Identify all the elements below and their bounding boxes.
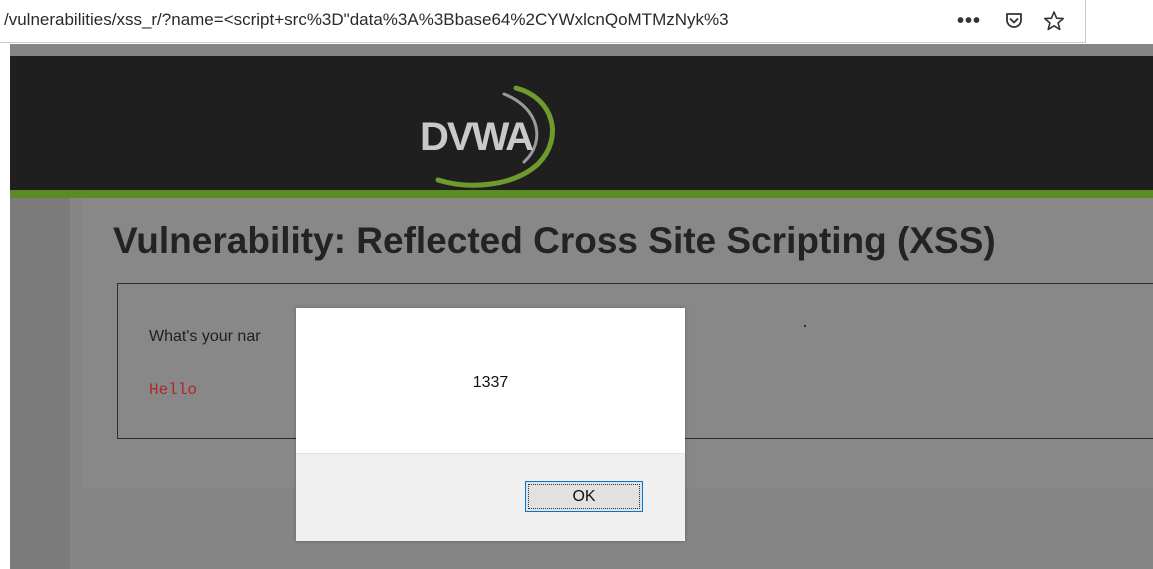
ok-button[interactable]: OK	[525, 481, 643, 512]
alert-dialog: 1337 OK	[296, 308, 685, 541]
pocket-icon[interactable]	[1000, 8, 1028, 34]
address-bar[interactable]: /vulnerabilities/xss_r/?name=<script+src…	[0, 0, 1086, 43]
left-menu-column	[10, 198, 70, 569]
name-question-label: What's your nar	[149, 328, 261, 345]
browser-toolbar: /vulnerabilities/xss_r/?name=<script+src…	[0, 0, 1153, 44]
decorative-dot	[804, 325, 806, 327]
alert-message: 1337	[472, 374, 509, 391]
alert-footer: OK	[296, 453, 685, 541]
reflected-output: Hello	[149, 381, 198, 399]
site-header: DVWA	[10, 56, 1153, 190]
header-stripe	[10, 190, 1153, 198]
url-text[interactable]: /vulnerabilities/xss_r/?name=<script+src…	[4, 10, 952, 30]
page-title: Vulnerability: Reflected Cross Site Scri…	[113, 220, 996, 261]
more-actions-icon[interactable]: •••	[955, 8, 983, 34]
svg-text:DVWA: DVWA	[420, 115, 533, 159]
bookmark-star-icon[interactable]	[1040, 8, 1068, 34]
dvwa-logo: DVWA	[420, 85, 555, 188]
